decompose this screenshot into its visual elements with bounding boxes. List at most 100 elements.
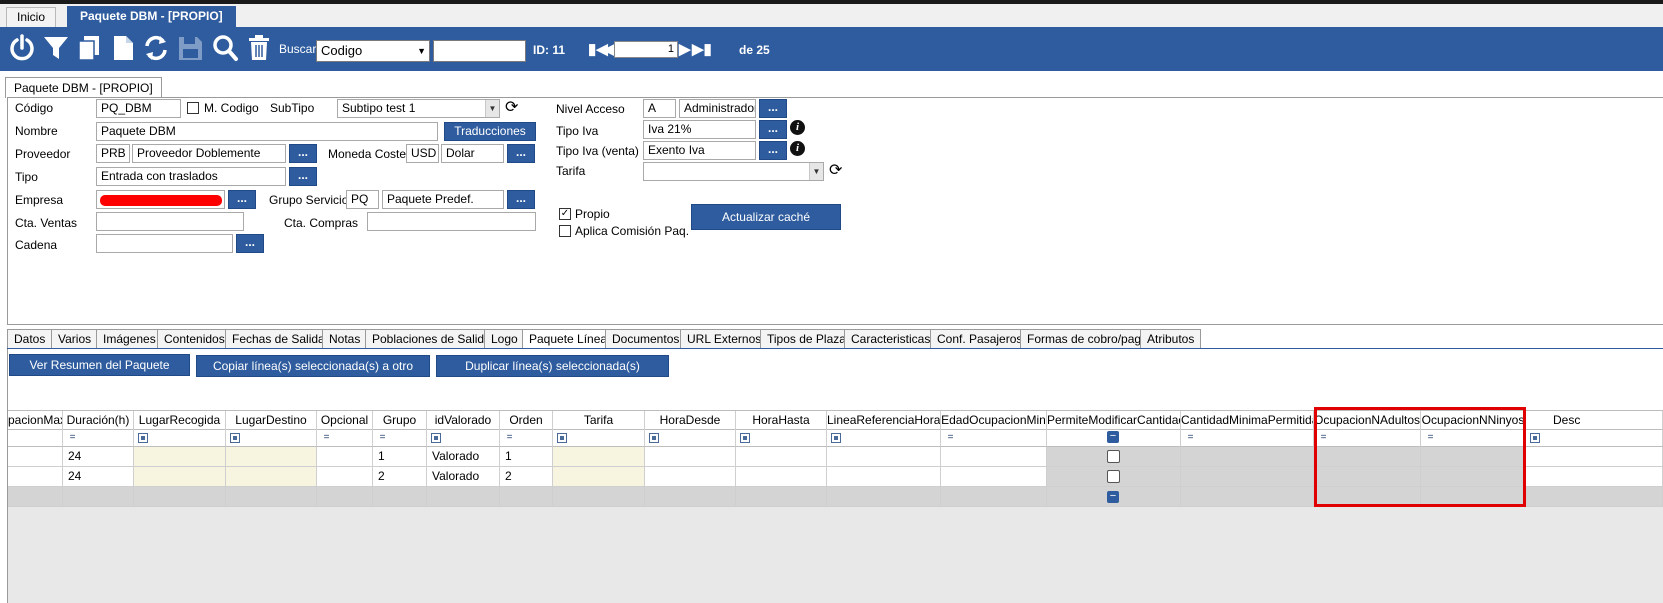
permite-modificar-checkbox[interactable] xyxy=(1107,450,1120,463)
grid-cell[interactable] xyxy=(827,487,941,507)
grid-cell[interactable]: Valorado xyxy=(427,447,500,467)
delete-icon[interactable] xyxy=(244,33,274,65)
filter-cell[interactable] xyxy=(226,430,317,447)
tab-atributos[interactable]: Atributos xyxy=(1140,329,1202,349)
m-codigo-checkbox[interactable] xyxy=(187,102,199,114)
traducciones-button[interactable]: Traducciones xyxy=(444,122,536,141)
grid-cell[interactable] xyxy=(1421,467,1526,487)
grid-cell[interactable] xyxy=(1421,447,1526,467)
grid-cell[interactable] xyxy=(827,467,941,487)
filter-cell[interactable]: − xyxy=(1047,430,1181,447)
col-header[interactable]: Opcional xyxy=(317,411,373,430)
tab-formas-de-cobro-pago[interactable]: Formas de cobro/pago xyxy=(1020,329,1155,349)
col-header[interactable]: LugarRecogida xyxy=(134,411,226,430)
propio-checkbox[interactable]: ✓ xyxy=(559,208,571,220)
col-header[interactable]: PermiteModificarCantidad xyxy=(1047,411,1181,430)
filter-cell[interactable]: = xyxy=(941,430,1047,447)
filter-cell[interactable] xyxy=(8,430,63,447)
ver-resumen-button[interactable]: Ver Resumen del Paquete xyxy=(9,354,190,376)
new-document-icon[interactable] xyxy=(108,33,138,65)
prev-record-icon[interactable]: ◀ xyxy=(603,40,615,60)
grid-cell[interactable]: 1 xyxy=(500,447,553,467)
grid-cell[interactable] xyxy=(226,447,317,467)
grid-cell[interactable] xyxy=(736,467,827,487)
list-filter-icon[interactable] xyxy=(230,433,240,443)
tab-documentos[interactable]: Documentos xyxy=(605,329,687,349)
col-header[interactable]: CantidadMinimaPermitida xyxy=(1181,411,1314,430)
filter-cell[interactable]: = xyxy=(317,430,373,447)
minus-toggle-icon[interactable]: − xyxy=(1107,491,1119,503)
grid-cell[interactable] xyxy=(1526,447,1663,467)
grid-cell[interactable] xyxy=(736,447,827,467)
filter-cell[interactable]: = xyxy=(373,430,427,447)
nivel-acceso-code-field[interactable]: A xyxy=(643,99,676,118)
minus-toggle-icon[interactable]: − xyxy=(1107,431,1119,443)
grid-cell[interactable] xyxy=(63,487,134,507)
new-row[interactable]: − xyxy=(8,487,1663,507)
grid-cell[interactable] xyxy=(373,487,427,507)
grid-cell[interactable]: Valorado xyxy=(427,467,500,487)
filter-cell[interactable] xyxy=(134,430,226,447)
tipo-iva-lookup-button[interactable]: ... xyxy=(759,120,787,139)
grid-cell[interactable] xyxy=(134,487,226,507)
tab-notas[interactable]: Notas xyxy=(322,329,368,349)
nivel-acceso-lookup-button[interactable]: ... xyxy=(759,99,787,118)
table-row[interactable]: 24 1 Valorado 1 xyxy=(8,447,1663,467)
grid-cell[interactable] xyxy=(8,487,63,507)
permite-modificar-checkbox[interactable] xyxy=(1107,470,1120,483)
tipo-field[interactable]: Entrada con traslados xyxy=(96,167,286,186)
grid-cell[interactable] xyxy=(941,447,1047,467)
col-header[interactable]: Grupo xyxy=(373,411,427,430)
cta-ventas-field[interactable] xyxy=(96,212,244,231)
filter-cell[interactable] xyxy=(1526,430,1663,447)
grid-cell[interactable] xyxy=(1314,447,1421,467)
col-header[interactable]: Tarifa xyxy=(553,411,645,430)
tab-varios[interactable]: Varios xyxy=(51,329,99,349)
info-icon[interactable]: i xyxy=(790,141,805,156)
moneda-lookup-button[interactable]: ... xyxy=(507,144,535,163)
save-icon[interactable] xyxy=(175,33,205,65)
refresh-icon[interactable]: ⟳ xyxy=(829,163,842,179)
tab-paquete-linea[interactable]: Paquete Línea xyxy=(522,329,615,350)
tab-poblaciones-de-salida[interactable]: Poblaciones de Salida xyxy=(365,329,498,349)
last-record-icon[interactable]: ▶▮ xyxy=(692,40,712,60)
grid-cell[interactable]: 24 xyxy=(63,467,134,487)
grid-cell[interactable] xyxy=(317,467,373,487)
copiar-lineas-button[interactable]: Copiar línea(s) seleccionada(s) a otro p… xyxy=(196,355,430,393)
tab-paquete-dbm[interactable]: Paquete DBM - [PROPIO] xyxy=(67,6,236,27)
text-filter-icon[interactable] xyxy=(431,433,441,443)
tab-inicio[interactable]: Inicio xyxy=(6,7,57,27)
grid-cell[interactable] xyxy=(500,487,553,507)
tab-tipos-de-plaza[interactable]: Tipos de Plaza xyxy=(760,329,853,349)
col-header[interactable]: LineaReferenciaHora xyxy=(827,411,941,430)
grid-cell[interactable] xyxy=(8,467,63,487)
col-header[interactable]: LugarDestino xyxy=(226,411,317,430)
tipo-iva-venta-field[interactable]: Exento Iva xyxy=(643,141,756,160)
grid-cell[interactable] xyxy=(1314,467,1421,487)
filter-cell[interactable]: = xyxy=(63,430,134,447)
grid-cell[interactable] xyxy=(645,467,736,487)
tarifa-select[interactable]: ▼ xyxy=(643,162,824,181)
equals-filter-icon[interactable]: = xyxy=(504,433,515,444)
tipo-iva-venta-lookup-button[interactable]: ... xyxy=(759,141,787,160)
buscar-input[interactable] xyxy=(433,40,526,62)
grid-cell[interactable] xyxy=(226,467,317,487)
filter-cell[interactable] xyxy=(827,430,941,447)
grid-cell[interactable] xyxy=(1047,467,1181,487)
grid-cell[interactable] xyxy=(553,467,645,487)
list-filter-icon[interactable] xyxy=(649,433,659,443)
col-header[interactable]: HoraDesde xyxy=(645,411,736,430)
cadena-lookup-button[interactable]: ... xyxy=(236,234,264,253)
filter-icon[interactable] xyxy=(41,33,71,65)
list-filter-icon[interactable] xyxy=(740,433,750,443)
grid-cell[interactable]: 2 xyxy=(373,467,427,487)
grid-cell[interactable] xyxy=(553,447,645,467)
grid-cell[interactable] xyxy=(736,487,827,507)
filter-cell[interactable]: = xyxy=(1181,430,1314,447)
col-header[interactable]: EdadOcupacionMin xyxy=(941,411,1047,430)
grid-cell[interactable] xyxy=(8,447,63,467)
tab-imagenes[interactable]: Imágenes xyxy=(96,329,163,349)
grid-cell[interactable] xyxy=(1526,487,1663,507)
col-header[interactable]: idValorado xyxy=(427,411,500,430)
grid-cell[interactable] xyxy=(1314,487,1421,507)
